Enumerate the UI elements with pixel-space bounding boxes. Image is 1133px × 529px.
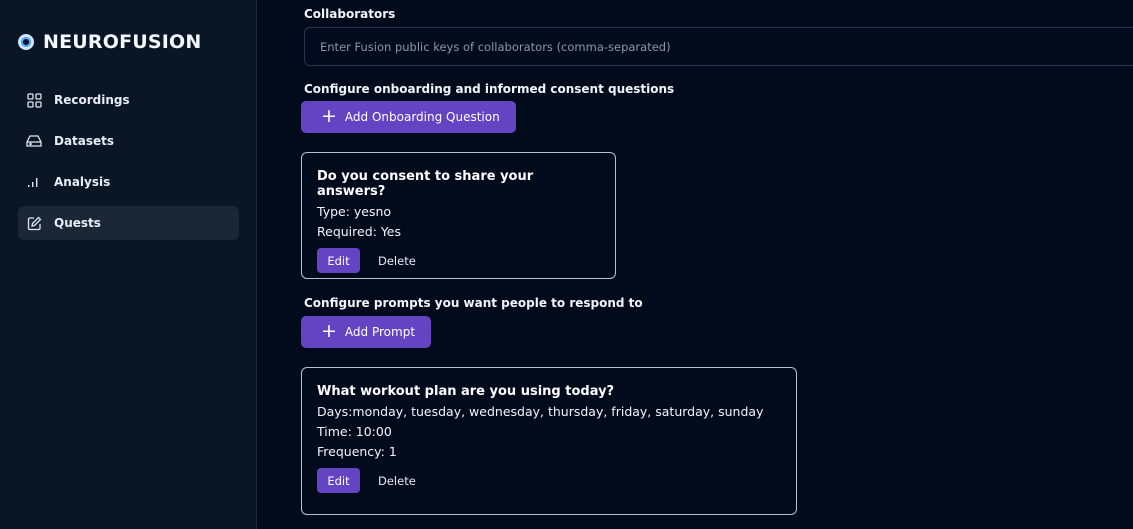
add-prompt-label: Add Prompt <box>344 325 416 339</box>
delete-question-button[interactable]: Delete <box>378 254 416 268</box>
database-drive-icon <box>26 133 42 149</box>
prompt-days: Days:monday, tuesday, wednesday, thursda… <box>317 404 764 419</box>
edit-prompt-button[interactable]: Edit <box>317 468 360 493</box>
prompt-actions: Edit Delete <box>317 468 781 493</box>
edit-square-icon <box>26 215 42 231</box>
delete-prompt-button[interactable]: Delete <box>378 474 416 488</box>
prompt-card: What workout plan are you using today? D… <box>301 367 797 515</box>
sidebar-item-quests[interactable]: Quests <box>18 206 239 240</box>
edit-question-button[interactable]: Edit <box>317 248 360 273</box>
question-title: Do you consent to share your answers? <box>317 169 534 199</box>
bar-signal-icon <box>26 174 42 190</box>
prompt-title: What workout plan are you using today? <box>317 384 615 399</box>
prompt-frequency: Frequency: 1 <box>317 444 397 459</box>
sidebar-item-datasets[interactable]: Datasets <box>18 124 239 158</box>
sidebar-item-label: Quests <box>54 216 101 230</box>
onboarding-section-label: Configure onboarding and informed consen… <box>304 82 675 96</box>
prompts-section-label: Configure prompts you want people to res… <box>304 296 643 310</box>
question-actions: Edit Delete <box>317 248 600 273</box>
sidebar: NEUROFUSION Recordings Datasets Analysis <box>0 0 257 529</box>
app-name: NEUROFUSION <box>43 31 202 53</box>
question-type: Type: yesno <box>317 204 392 219</box>
grid-icon <box>26 92 42 108</box>
add-prompt-button[interactable]: + Add Prompt <box>301 316 432 348</box>
sidebar-item-label: Analysis <box>54 175 111 189</box>
add-onboarding-question-label: Add Onboarding Question <box>344 110 500 124</box>
prompt-time: Time: 10:00 <box>317 424 392 439</box>
plus-icon: + <box>321 104 337 127</box>
add-onboarding-question-button[interactable]: + Add Onboarding Question <box>301 101 516 133</box>
brand[interactable]: NEUROFUSION <box>18 31 202 53</box>
main-content: Collaborators Configure onboarding and i… <box>258 0 1133 529</box>
sidebar-item-analysis[interactable]: Analysis <box>18 165 239 199</box>
question-required: Required: Yes <box>317 224 401 239</box>
neurofusion-logo-icon <box>18 34 34 50</box>
sidebar-item-label: Recordings <box>54 93 130 107</box>
onboarding-question-card: Do you consent to share your answers? Ty… <box>301 152 616 279</box>
sidebar-item-label: Datasets <box>54 134 115 148</box>
sidebar-item-recordings[interactable]: Recordings <box>18 83 239 117</box>
collaborators-label: Collaborators <box>304 7 396 21</box>
plus-icon: + <box>321 319 337 342</box>
collaborators-input[interactable] <box>304 27 1133 66</box>
